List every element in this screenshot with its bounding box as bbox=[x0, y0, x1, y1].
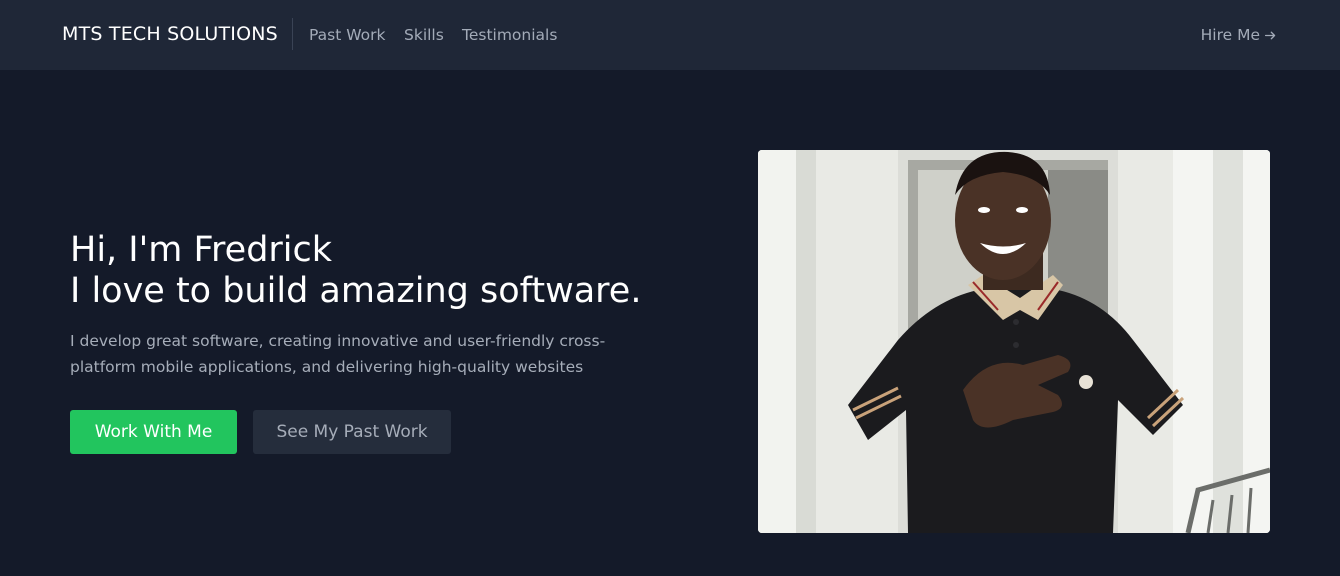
work-with-me-button[interactable]: Work With Me bbox=[70, 410, 237, 454]
see-past-work-button[interactable]: See My Past Work bbox=[253, 410, 451, 454]
nav-divider bbox=[292, 18, 293, 50]
nav-link-past-work[interactable]: Past Work bbox=[309, 26, 385, 44]
hire-me-label: Hire Me bbox=[1200, 26, 1260, 44]
nav-link-testimonials[interactable]: Testimonials bbox=[462, 26, 557, 44]
arrow-right-icon bbox=[1264, 31, 1276, 39]
navbar: MTS TECH SOLUTIONS Past Work Skills Test… bbox=[0, 0, 1340, 70]
hero-subtitle: I develop great software, creating innov… bbox=[70, 332, 606, 376]
hire-me-link[interactable]: Hire Me bbox=[1201, 26, 1277, 44]
hero-heading: Hi, I'm Fredrick I love to build amazing… bbox=[70, 230, 641, 312]
brand-logo[interactable]: MTS TECH SOLUTIONS bbox=[62, 23, 278, 45]
hero-heading-line-2: I love to build amazing software. bbox=[70, 271, 642, 311]
hero-heading-line-1: Hi, I'm Fredrick bbox=[70, 230, 333, 270]
profile-photo bbox=[758, 150, 1270, 533]
nav-link-skills[interactable]: Skills bbox=[404, 26, 444, 44]
